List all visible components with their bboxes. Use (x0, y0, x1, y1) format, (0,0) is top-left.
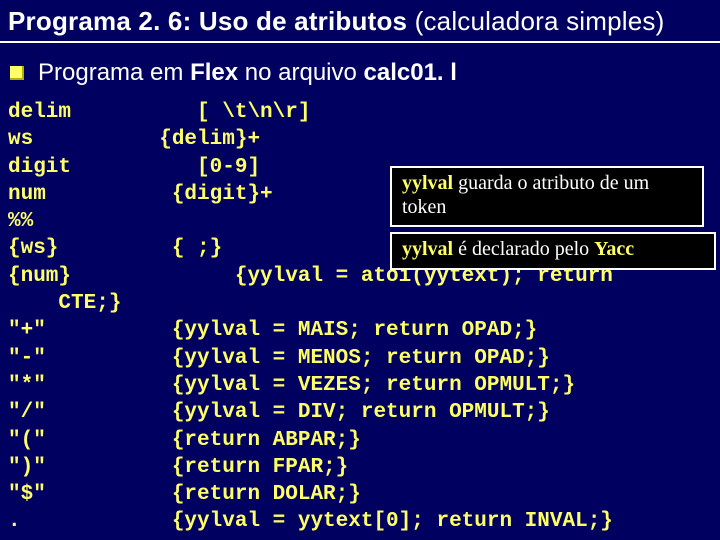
subtitle-row: Programa em Flex no arquivo calc01. l (0, 43, 720, 97)
code-block: delim [ \t\n\r] ws {delim}+ digit [0-9] … (0, 97, 720, 536)
title-rest: (calculadora simples) (407, 6, 664, 36)
annotation2-text: é declarado pelo (453, 238, 594, 260)
subtitle-flex: Flex (190, 59, 238, 86)
annotation2-keyword: yylval (402, 238, 453, 260)
subtitle-part1: Programa em (38, 59, 190, 86)
subtitle-filename: calc01. l (364, 59, 457, 86)
slide-title: Programa 2. 6: Uso de atributos (calcula… (0, 0, 720, 43)
bullet-icon (10, 66, 24, 80)
subtitle-text: Programa em Flex no arquivo calc01. l (38, 59, 457, 87)
annotation-yylval-attribute: yylval guarda o atributo de um token (390, 166, 704, 227)
annotation2-yacc: Yacc (594, 238, 634, 260)
annotation1-keyword: yylval (402, 172, 453, 194)
title-strong: Programa 2. 6: Uso de atributos (8, 6, 407, 36)
annotation-yylval-yacc: yylval é declarado pelo Yacc (390, 232, 716, 270)
subtitle-part3: no arquivo (238, 59, 363, 86)
